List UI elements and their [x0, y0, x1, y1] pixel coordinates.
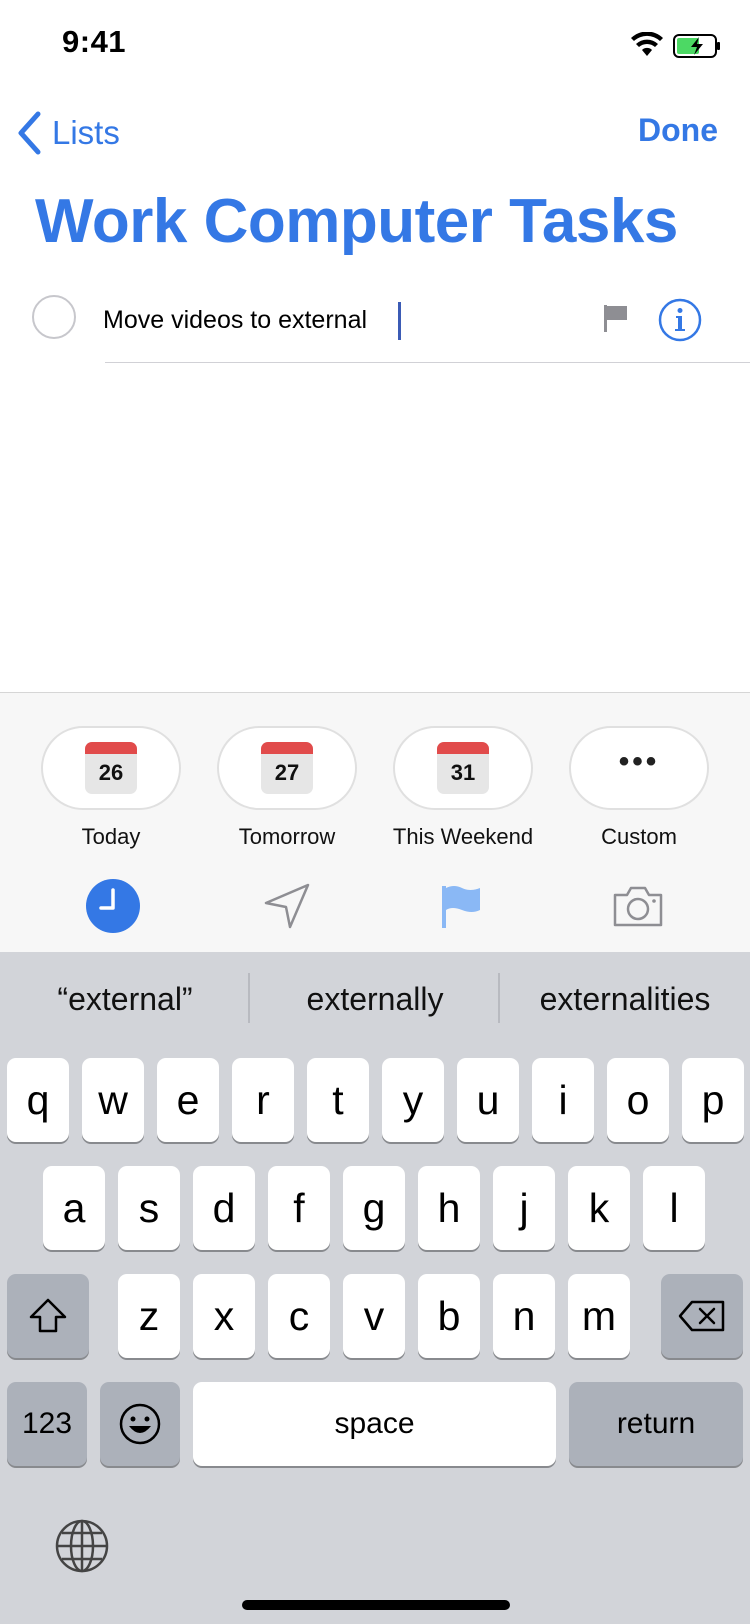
custom-date-button[interactable]: •••: [569, 726, 709, 810]
space-key[interactable]: space: [193, 1382, 556, 1466]
key-r[interactable]: r: [232, 1058, 294, 1142]
key-m[interactable]: m: [568, 1274, 630, 1358]
key-k[interactable]: k: [568, 1166, 630, 1250]
back-button[interactable]: Lists: [16, 108, 120, 158]
key-y[interactable]: y: [382, 1058, 444, 1142]
more-icon: •••: [618, 745, 660, 778]
return-key[interactable]: return: [569, 1382, 743, 1466]
flag-icon[interactable]: [603, 303, 629, 333]
done-button[interactable]: Done: [638, 112, 718, 149]
custom-label: Custom: [601, 824, 677, 849]
task-title-input[interactable]: [103, 300, 573, 340]
battery-charging-icon: [673, 34, 720, 58]
suggestion-3[interactable]: externalities: [512, 968, 738, 1030]
back-button-label: Lists: [52, 114, 120, 151]
key-q[interactable]: q: [7, 1058, 69, 1142]
emoji-icon: [119, 1403, 161, 1445]
key-x[interactable]: x: [193, 1274, 255, 1358]
camera-button[interactable]: [608, 876, 668, 936]
location-arrow-icon: [264, 883, 310, 929]
key-z[interactable]: z: [118, 1274, 180, 1358]
key-d[interactable]: d: [193, 1166, 255, 1250]
calendar-icon: 31: [437, 742, 489, 794]
key-h[interactable]: h: [418, 1166, 480, 1250]
flag-icon: [442, 886, 480, 928]
calendar-icon: 27: [261, 742, 313, 794]
delete-key[interactable]: [661, 1274, 743, 1358]
row-divider: [105, 362, 750, 363]
info-icon[interactable]: [658, 298, 702, 342]
camera-icon: [613, 886, 663, 927]
tomorrow-button[interactable]: 27: [217, 726, 357, 810]
home-indicator: [242, 1600, 510, 1610]
backspace-icon: [678, 1300, 725, 1332]
key-c[interactable]: c: [268, 1274, 330, 1358]
key-l[interactable]: l: [643, 1166, 705, 1250]
key-j[interactable]: j: [493, 1166, 555, 1250]
this-weekend-button[interactable]: 31: [393, 726, 533, 810]
key-w[interactable]: w: [82, 1058, 144, 1142]
key-v[interactable]: v: [343, 1274, 405, 1358]
key-t[interactable]: t: [307, 1058, 369, 1142]
status-time: 9:41: [62, 24, 127, 59]
key-s[interactable]: s: [118, 1166, 180, 1250]
tomorrow-label: Tomorrow: [238, 824, 336, 849]
calendar-icon: 26: [85, 742, 137, 794]
location-button[interactable]: [257, 876, 317, 936]
key-i[interactable]: i: [532, 1058, 594, 1142]
date-time-button[interactable]: [83, 876, 143, 936]
page-title: Work Computer Tasks: [35, 187, 678, 256]
numbers-key[interactable]: 123: [7, 1382, 87, 1466]
globe-button[interactable]: [54, 1518, 110, 1574]
key-o[interactable]: o: [607, 1058, 669, 1142]
this-weekend-label: This Weekend: [392, 824, 534, 849]
key-a[interactable]: a: [43, 1166, 105, 1250]
task-complete-checkbox[interactable]: [32, 295, 76, 339]
text-cursor: [398, 302, 401, 340]
key-b[interactable]: b: [418, 1274, 480, 1358]
key-g[interactable]: g: [343, 1166, 405, 1250]
clock-icon: [86, 879, 140, 933]
key-f[interactable]: f: [268, 1166, 330, 1250]
key-u[interactable]: u: [457, 1058, 519, 1142]
chevron-left-icon: [18, 111, 41, 155]
suggestion-2[interactable]: externally: [262, 968, 488, 1030]
shift-key[interactable]: [7, 1274, 89, 1358]
key-e[interactable]: e: [157, 1058, 219, 1142]
key-p[interactable]: p: [682, 1058, 744, 1142]
key-n[interactable]: n: [493, 1274, 555, 1358]
suggestion-divider: [248, 973, 250, 1023]
emoji-key[interactable]: [100, 1382, 180, 1466]
today-button[interactable]: 26: [41, 726, 181, 810]
today-label: Today: [81, 824, 141, 849]
suggestion-1[interactable]: “external”: [20, 968, 230, 1030]
wifi-icon: [631, 32, 663, 56]
flag-button[interactable]: [432, 876, 492, 936]
suggestion-divider: [498, 973, 500, 1023]
shift-icon: [29, 1298, 67, 1333]
globe-icon: [55, 1519, 109, 1573]
